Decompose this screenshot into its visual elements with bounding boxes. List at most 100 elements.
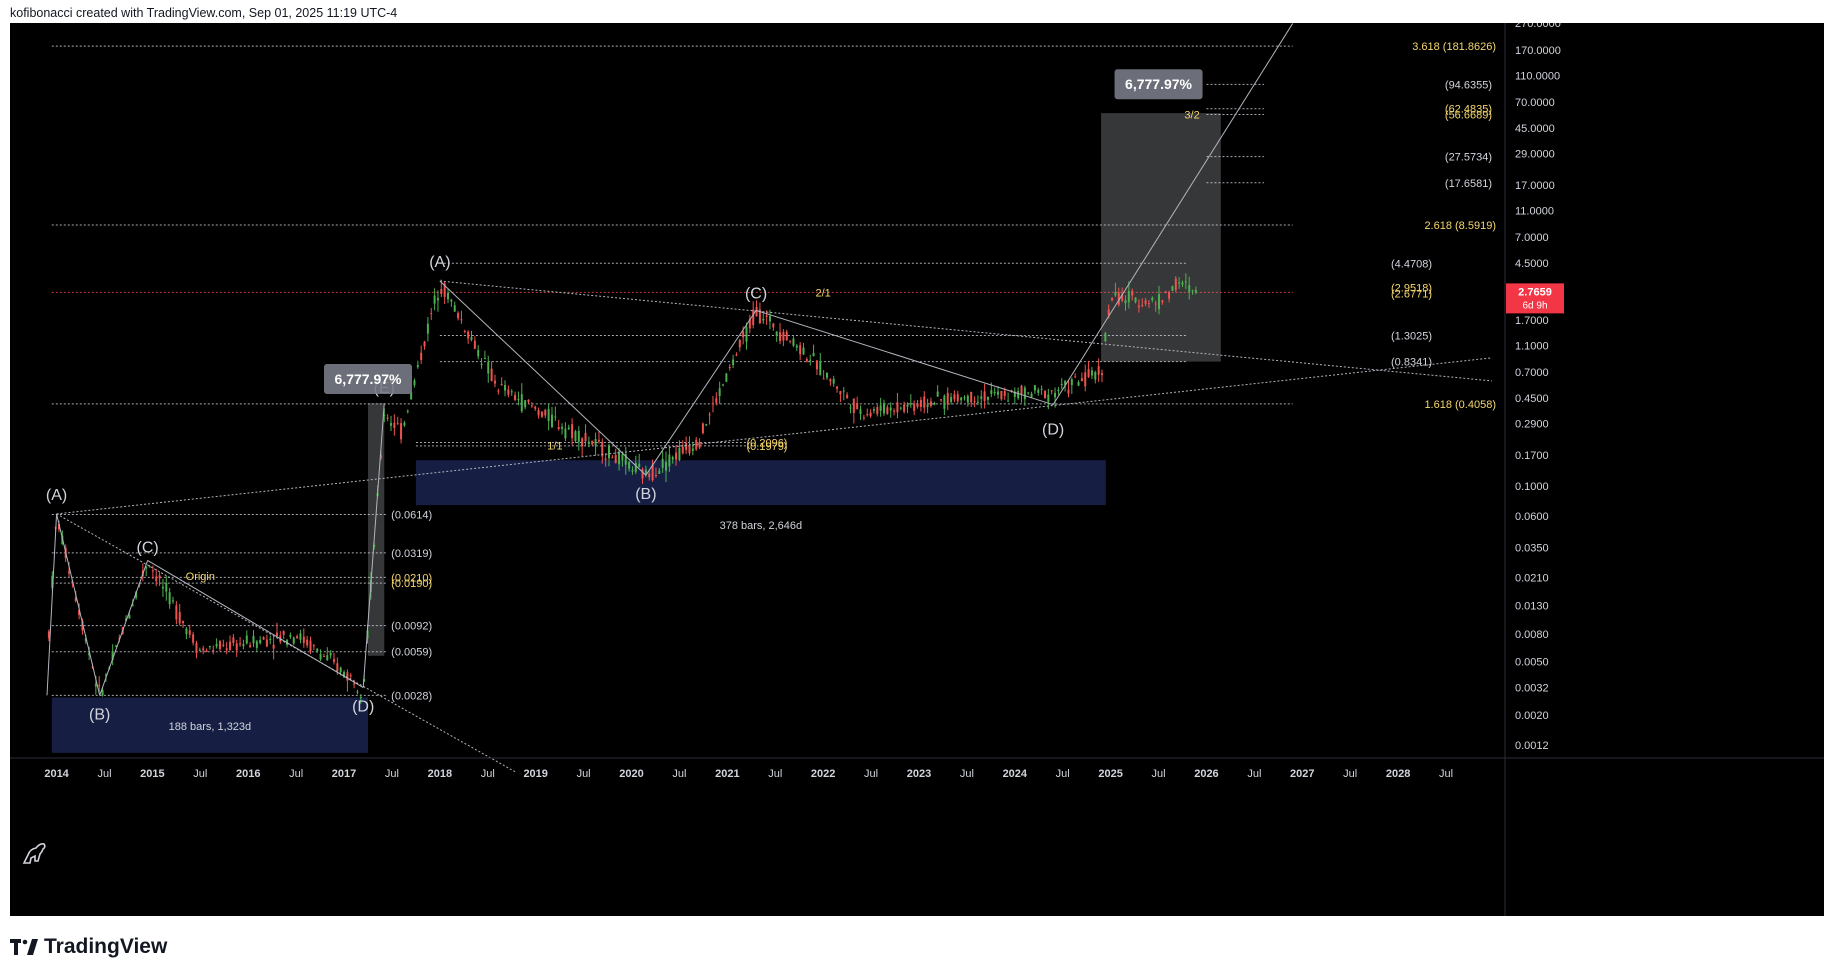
candle-body — [681, 446, 684, 454]
early-level-label: (0.0319) — [391, 548, 432, 560]
time-tick-label: Jul — [577, 768, 591, 780]
candle-body — [836, 386, 839, 389]
candle-body — [1074, 376, 1077, 378]
candle-body — [755, 306, 758, 317]
wave-label-A2: (A) — [429, 254, 450, 271]
projection-level-label: (94.6355) — [1445, 79, 1492, 91]
candle-body — [483, 357, 486, 359]
early-level-label: (0.0190) — [391, 578, 432, 590]
candle-body — [524, 400, 527, 408]
candle-body — [587, 441, 590, 444]
candle-body — [866, 414, 869, 416]
candle-body — [1124, 300, 1127, 304]
candle-body — [175, 605, 178, 620]
candle-body — [255, 641, 258, 648]
candle-body — [218, 641, 221, 650]
candle-body — [581, 438, 584, 447]
candle-body — [825, 372, 828, 378]
wave-label-D1: (D) — [352, 699, 374, 716]
candle-body — [963, 397, 966, 399]
candle-body — [249, 645, 252, 648]
candle-body — [178, 612, 181, 624]
candle-body — [953, 394, 956, 400]
candle-body — [148, 566, 151, 568]
candle-body — [832, 378, 835, 384]
candle-body — [1077, 382, 1080, 386]
candle-body — [648, 473, 651, 478]
candle-body — [896, 402, 899, 413]
time-tick-label: 2021 — [715, 768, 739, 780]
time-tick-label: Jul — [481, 768, 495, 780]
candle-body — [477, 349, 480, 357]
candle-body — [718, 388, 721, 396]
candle-body — [540, 411, 543, 417]
price-tick-label: 1.7000 — [1515, 315, 1549, 327]
candle-body — [1158, 294, 1161, 310]
candle-body — [1020, 385, 1023, 395]
candle-body — [658, 470, 661, 474]
candle-body — [1057, 389, 1060, 392]
brand-name: TradingView — [44, 935, 168, 958]
candle-body — [638, 463, 641, 467]
candle-body — [470, 336, 473, 340]
time-tick-label: Jul — [289, 768, 303, 780]
candle-body — [916, 403, 919, 407]
candle-body — [678, 447, 681, 460]
range-box-mid — [415, 460, 1106, 506]
candle-body — [517, 399, 520, 401]
candle-body — [312, 645, 315, 647]
time-tick-label: 2028 — [1386, 768, 1410, 780]
candle-body — [1154, 303, 1157, 305]
early-level-label: (0.0092) — [391, 621, 432, 633]
candle-body — [651, 464, 654, 481]
candle-body — [520, 394, 523, 412]
price-tick-label: 0.0210 — [1515, 572, 1549, 584]
candle-body — [956, 394, 959, 402]
candle-body — [480, 363, 483, 365]
price-chart[interactable]: (A)(B)(C)(D)(E)(A)(B)(C)(D)3.618 (181.86… — [10, 23, 1824, 916]
candle-body — [1111, 297, 1114, 301]
candle-body — [353, 683, 356, 685]
candle-body — [1087, 368, 1090, 377]
candle-body — [976, 401, 979, 403]
candle-body — [732, 359, 735, 366]
candle-body — [564, 428, 567, 439]
candle-body — [923, 396, 926, 408]
early-level-label: (0.0614) — [391, 509, 432, 521]
candle-body — [926, 404, 929, 407]
price-tick-label: 1.1000 — [1515, 340, 1549, 352]
projection-level-label: (27.5734) — [1445, 152, 1492, 164]
candle-body — [406, 410, 409, 412]
candle-body — [390, 423, 393, 426]
candle-body — [262, 637, 265, 640]
time-tick-label: 2019 — [523, 768, 547, 780]
projection-level-label: (4.4708) — [1391, 258, 1432, 270]
chart-panel[interactable]: (A)(B)(C)(D)(E)(A)(B)(C)(D)3.618 (181.86… — [10, 23, 1824, 916]
candle-body — [349, 675, 352, 677]
time-tick-label: 2026 — [1194, 768, 1218, 780]
price-tick-label: 0.7000 — [1515, 367, 1549, 379]
candle-body — [779, 332, 782, 341]
projection-level-label: (2.6771) — [1391, 288, 1432, 300]
candle-body — [507, 389, 510, 395]
candle-body — [547, 408, 550, 421]
candle-body — [950, 397, 953, 402]
time-tick-label: Jul — [960, 768, 974, 780]
candle-body — [621, 454, 624, 461]
ratio-label: 2/1 — [816, 287, 831, 299]
projection-level-label: (1.3025) — [1391, 331, 1432, 343]
candle-body — [765, 315, 768, 317]
candle-body — [272, 644, 275, 649]
candle-body — [296, 636, 299, 639]
candle-body — [413, 380, 416, 386]
candle-body — [805, 359, 808, 362]
candle-body — [356, 691, 359, 693]
candle-body — [1171, 286, 1174, 291]
candle-body — [986, 396, 989, 400]
candle-body — [618, 451, 621, 465]
candle-body — [846, 394, 849, 399]
footer-brand[interactable]: TradingView — [10, 935, 167, 959]
candle-body — [450, 299, 453, 302]
candle-body — [789, 340, 792, 342]
candle-body — [467, 331, 470, 339]
